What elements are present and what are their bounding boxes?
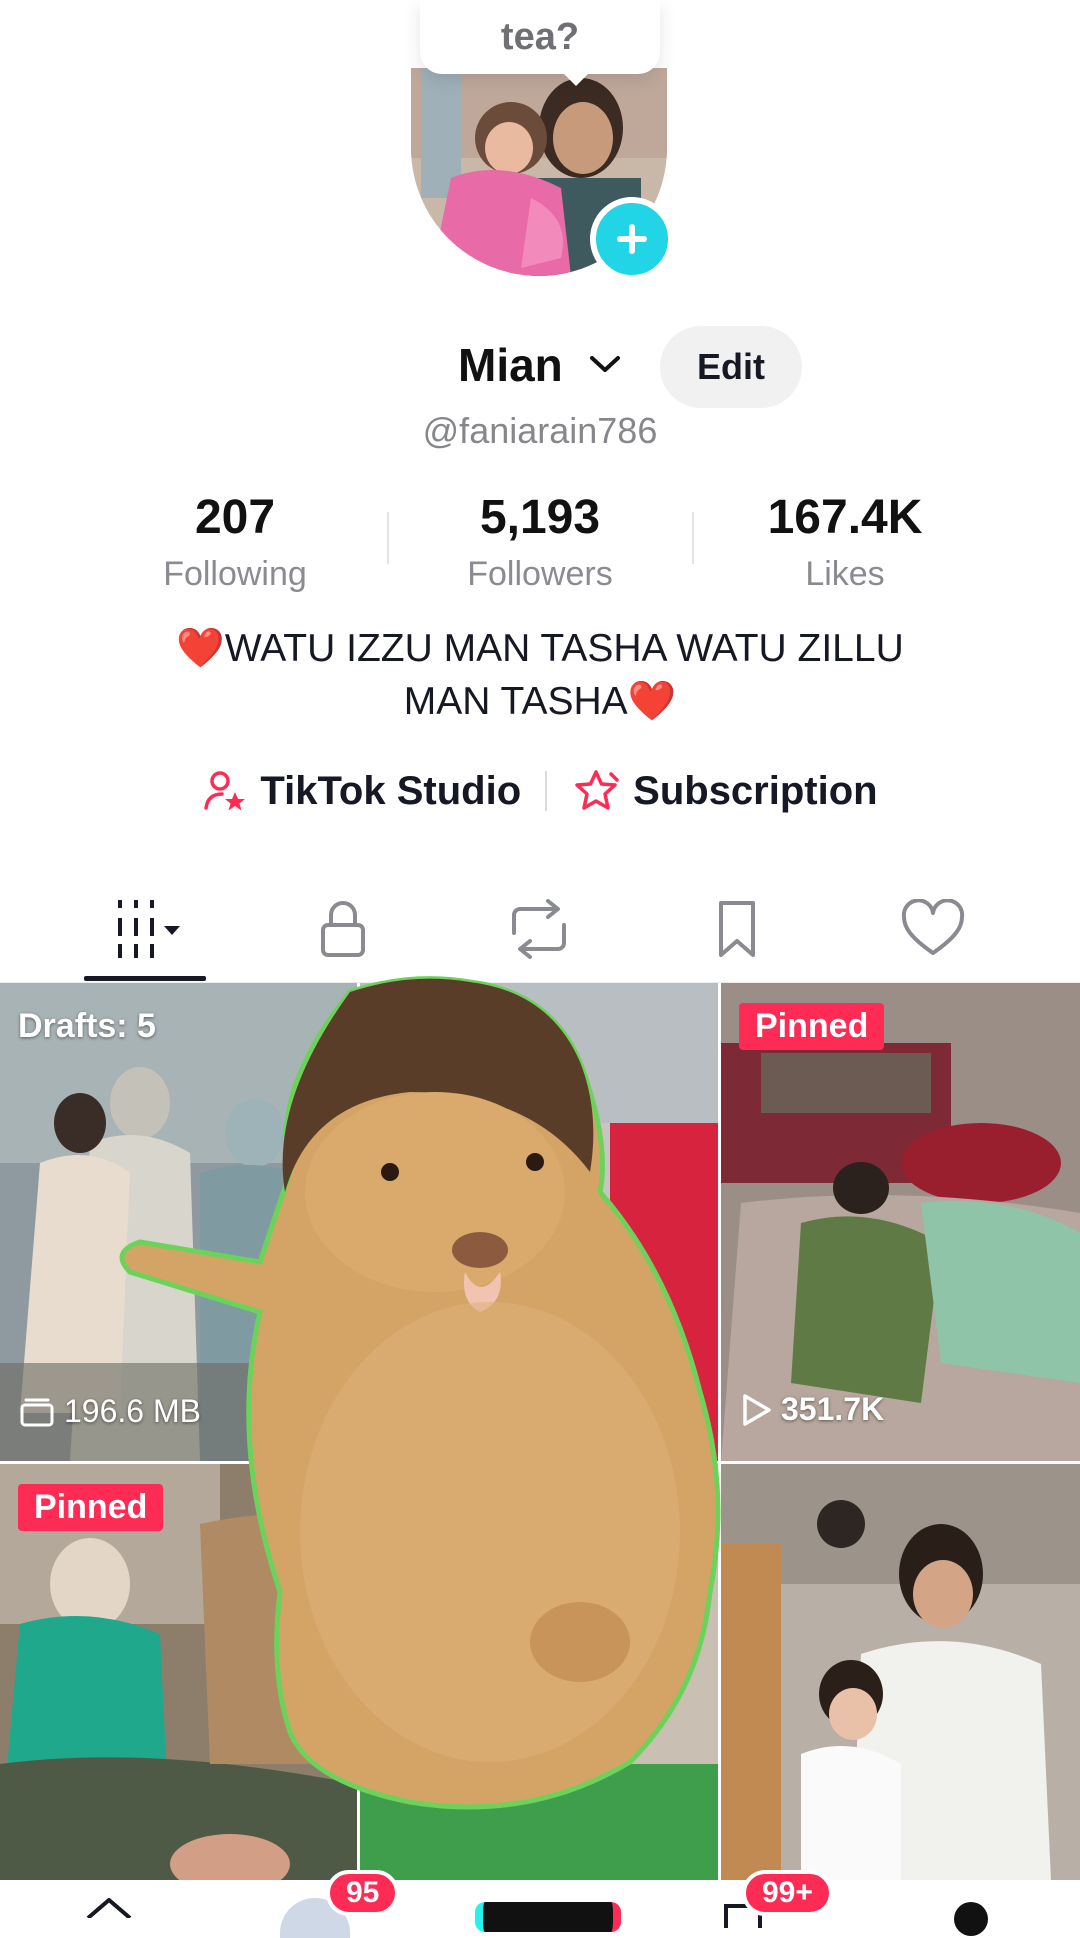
edit-profile-button[interactable]: Edit (660, 326, 802, 408)
studio-person-star-icon (204, 771, 246, 811)
stat-divider (387, 512, 389, 564)
profile-nav-icon[interactable] (954, 1902, 988, 1936)
stat-value: 5,193 (479, 491, 601, 544)
add-story-button[interactable] (590, 197, 674, 281)
pinned-video-tile-1[interactable]: Pinned 351.7K (721, 983, 1080, 1461)
tab-liked[interactable] (888, 894, 978, 964)
friends-badge: 95 (326, 1870, 400, 1916)
tooltip-tail (562, 72, 590, 86)
stat-value: 207 (194, 491, 276, 544)
stat-followers[interactable]: 5,193 Followers (390, 490, 690, 594)
subscription-star-icon (575, 770, 619, 810)
inbox-badge: 99+ (742, 1870, 833, 1916)
create-button[interactable] (475, 1902, 621, 1932)
hamster-sticker (110, 972, 760, 1822)
pinned-badge: Pinned (739, 1003, 885, 1050)
tooltip-text: tea? (500, 15, 580, 58)
tab-reposts[interactable] (494, 894, 584, 964)
tab-videos[interactable] (100, 894, 190, 964)
tooltip-bubble: tea? (420, 0, 660, 74)
bookmark-icon (719, 901, 755, 957)
profile-links: TikTok Studio Subscription (0, 768, 1080, 814)
tiktok-studio-link[interactable]: TikTok Studio (202, 768, 521, 814)
subscription-link[interactable]: Subscription (571, 768, 878, 814)
grid-videos-icon (118, 900, 180, 958)
profile-name[interactable]: Mian (458, 338, 563, 392)
repost-icon (512, 899, 566, 959)
home-icon[interactable] (84, 1898, 134, 1918)
stat-label: Likes (805, 555, 885, 593)
chevron-down-icon[interactable] (588, 352, 622, 381)
heart-icon (901, 899, 965, 955)
video-tile-6[interactable] (721, 1464, 1080, 1880)
hamster-sticker-image (119, 976, 721, 1810)
bio-line-2: MAN TASHA (403, 680, 628, 723)
bio-line-1: WATU IZZU MAN TASHA WATU ZILLU (224, 627, 904, 670)
pinned-views: 351.7K (739, 1391, 884, 1428)
stat-value: 167.4K (767, 491, 923, 544)
heart-emoji: ❤️ (627, 680, 677, 723)
tab-private[interactable] (298, 894, 388, 964)
stat-label: Following (163, 555, 307, 593)
profile-handle: @faniarain786 (422, 410, 658, 451)
stat-likes[interactable]: 167.4K Likes (695, 490, 995, 594)
bottom-nav: 95 99+ (0, 1870, 1080, 1938)
stat-label: Followers (467, 555, 613, 593)
tiktok-studio-label: TikTok Studio (260, 768, 522, 813)
stat-divider (692, 512, 694, 564)
profile-tabs (0, 880, 1080, 980)
link-separator (545, 771, 548, 811)
lock-icon (321, 901, 365, 957)
stat-following[interactable]: 207 Following (85, 490, 385, 594)
tab-favorites[interactable] (692, 894, 782, 964)
drafts-folder-icon (20, 1398, 54, 1426)
views-count: 351.7K (781, 1391, 885, 1427)
heart-emoji: ❤️ (176, 627, 225, 670)
profile-bio: ❤️WATU IZZU MAN TASHA WATU ZILLU MAN TAS… (130, 622, 950, 728)
video-thumbnail (721, 983, 1080, 1461)
plus-icon (617, 224, 647, 254)
subscription-label: Subscription (633, 768, 878, 813)
video-thumbnail (721, 1464, 1080, 1880)
